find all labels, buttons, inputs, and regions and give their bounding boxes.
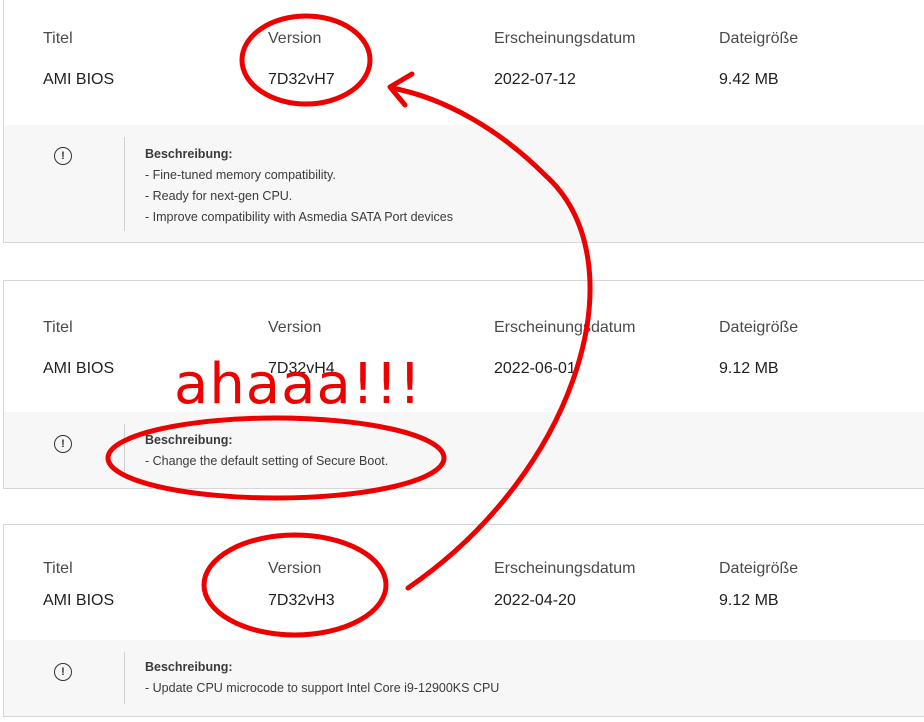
release-date-label: Erscheinungsdatum bbox=[494, 319, 636, 336]
release-date-label: Erscheinungsdatum bbox=[494, 30, 636, 47]
title-value: AMI BIOS bbox=[43, 71, 115, 88]
description-panel: ! Beschreibung: - Change the default set… bbox=[4, 412, 924, 488]
divider bbox=[124, 652, 125, 704]
release-date-value: 2022-06-01 bbox=[494, 360, 576, 377]
info-icon: ! bbox=[54, 147, 72, 165]
release-date-label: Erscheinungsdatum bbox=[494, 560, 636, 577]
description-title: Beschreibung: bbox=[145, 660, 233, 674]
file-size-label: Dateigröße bbox=[719, 560, 799, 577]
title-value: AMI BIOS bbox=[43, 360, 115, 377]
title-value: AMI BIOS bbox=[43, 592, 115, 609]
version-value: 7D32vH7 bbox=[268, 71, 335, 88]
file-size-value: 9.12 MB bbox=[719, 360, 779, 377]
file-size-label: Dateigröße bbox=[719, 30, 799, 47]
version-label: Version bbox=[268, 319, 322, 336]
bios-card-3: Titel Version Erscheinungsdatum Dateigrö… bbox=[3, 524, 924, 717]
description-line: - Change the default setting of Secure B… bbox=[145, 454, 389, 468]
version-label: Version bbox=[268, 560, 322, 577]
bios-card-2: Titel Version Erscheinungsdatum Dateigrö… bbox=[3, 280, 924, 489]
version-label: Version bbox=[268, 30, 322, 47]
title-label: Titel bbox=[43, 319, 73, 336]
divider bbox=[124, 424, 125, 476]
release-date-value: 2022-04-20 bbox=[494, 592, 576, 609]
description-panel: ! Beschreibung: - Update CPU microcode t… bbox=[4, 640, 924, 716]
description-line: - Update CPU microcode to support Intel … bbox=[145, 681, 500, 695]
title-label: Titel bbox=[43, 560, 73, 577]
title-label: Titel bbox=[43, 30, 73, 47]
bios-card-1: Titel Version Erscheinungsdatum Dateigrö… bbox=[3, 0, 924, 243]
annotation-text: ahaaa!!! bbox=[174, 352, 423, 417]
description-line: - Ready for next-gen CPU. bbox=[145, 189, 293, 203]
divider bbox=[124, 137, 125, 231]
description-panel: ! Beschreibung: - Fine-tuned memory comp… bbox=[4, 125, 924, 242]
info-icon: ! bbox=[54, 663, 72, 681]
file-size-value: 9.42 MB bbox=[719, 71, 779, 88]
file-size-label: Dateigröße bbox=[719, 319, 799, 336]
description-title: Beschreibung: bbox=[145, 147, 233, 161]
description-line: - Improve compatibility with Asmedia SAT… bbox=[145, 210, 453, 224]
info-icon: ! bbox=[54, 435, 72, 453]
file-size-value: 9.12 MB bbox=[719, 592, 779, 609]
version-value: 7D32vH3 bbox=[268, 592, 335, 609]
release-date-value: 2022-07-12 bbox=[494, 71, 576, 88]
description-title: Beschreibung: bbox=[145, 433, 233, 447]
description-line: - Fine-tuned memory compatibility. bbox=[145, 168, 336, 182]
